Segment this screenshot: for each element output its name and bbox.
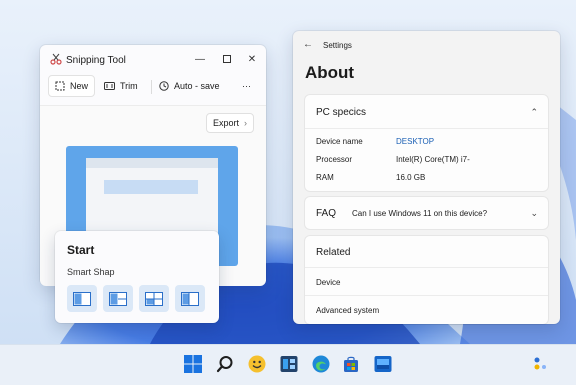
new-snip-icon [55, 81, 65, 91]
clock-icon [159, 81, 169, 91]
spec-key: Device name [316, 137, 363, 146]
toolbar: New Trim Auto - save ··· [40, 73, 266, 101]
divider [305, 267, 548, 268]
snap-layout-quad[interactable] [139, 285, 169, 312]
search-icon[interactable] [214, 353, 236, 375]
smiley-icon[interactable] [246, 353, 268, 375]
chevron-right-icon: › [244, 118, 247, 128]
layout-grid-icon [145, 291, 163, 306]
spec-value: DESKTOP [396, 137, 435, 146]
new-label: New [70, 81, 89, 91]
faq-card[interactable]: FAQ Can I use Windows 11 on this device?… [305, 197, 548, 229]
close-button[interactable]: ✕ [242, 51, 262, 67]
chevron-up-icon[interactable]: ⌃ [530, 107, 538, 118]
layout-two-columns-icon [73, 291, 91, 306]
layout-sidebar-icon [181, 291, 199, 306]
trim-label: Trim [120, 81, 138, 91]
widgets-icon[interactable] [278, 353, 300, 375]
spec-key: Processor [316, 155, 353, 164]
snap-layout-half-halves[interactable] [67, 285, 97, 312]
snap-subtitle: Smart Shap [67, 267, 115, 277]
windows-start-icon[interactable] [182, 353, 204, 375]
snap-title: Start [67, 243, 95, 257]
photos-icon[interactable] [372, 353, 394, 375]
minimize-button[interactable]: — [190, 51, 210, 67]
spec-key: RAM [316, 173, 334, 182]
snap-layout-side-main[interactable] [175, 285, 205, 312]
preview-titlebar [86, 158, 218, 168]
breadcrumb: Settings [323, 41, 352, 50]
maximize-icon [223, 55, 231, 63]
close-icon: ✕ [247, 53, 257, 65]
more-icon: ··· [242, 81, 251, 91]
taskbar [0, 344, 576, 385]
snap-layout-main-side[interactable] [103, 285, 133, 312]
autosave-button[interactable]: Auto - save [153, 75, 226, 97]
chevron-down-icon: ⌄ [530, 208, 538, 218]
pc-specs-card: PC specics ⌃ Device name DESKTOP Process… [305, 95, 548, 191]
edge-icon[interactable] [310, 353, 332, 375]
more-options-button[interactable]: ··· [236, 75, 257, 97]
back-arrow-icon[interactable]: ← [303, 39, 313, 50]
snap-layouts-flyout: Start Smart Shap [55, 231, 219, 323]
layout-split-icon [109, 291, 127, 306]
scissors-icon [50, 53, 62, 65]
spec-value: Intel(R) Core(TM) i7- [396, 155, 470, 164]
minimize-icon: — [195, 53, 205, 65]
export-label: Export [212, 118, 239, 128]
toolbar-divider [151, 80, 152, 94]
divider [305, 128, 548, 129]
maximize-button[interactable] [217, 51, 237, 67]
faq-label: FAQ [316, 208, 337, 219]
store-icon[interactable] [340, 353, 362, 375]
related-card: Related Device Advanced system [305, 236, 548, 324]
export-button[interactable]: Export › [205, 113, 254, 133]
settings-window: ← Settings About PC specics ⌃ Device nam… [293, 31, 560, 324]
autosave-label: Auto - save [174, 81, 220, 91]
system-tray-icon[interactable] [530, 353, 552, 375]
preview-content-bar [104, 180, 198, 194]
spec-value: 16.0 GB [396, 173, 426, 182]
page-title: About [305, 63, 355, 82]
divider [305, 295, 548, 296]
related-item[interactable]: Device [316, 278, 340, 287]
trim-button[interactable]: Trim [98, 75, 144, 97]
related-item[interactable]: Advanced system [316, 306, 379, 315]
trim-icon [104, 82, 115, 90]
window-title: Snipping Tool [66, 55, 126, 66]
related-header: Related [316, 247, 351, 258]
pc-specs-header[interactable]: PC specics [316, 107, 366, 118]
faq-question: Can I use Windows 11 on this device? [352, 209, 488, 218]
new-snip-button[interactable]: New [48, 75, 96, 97]
